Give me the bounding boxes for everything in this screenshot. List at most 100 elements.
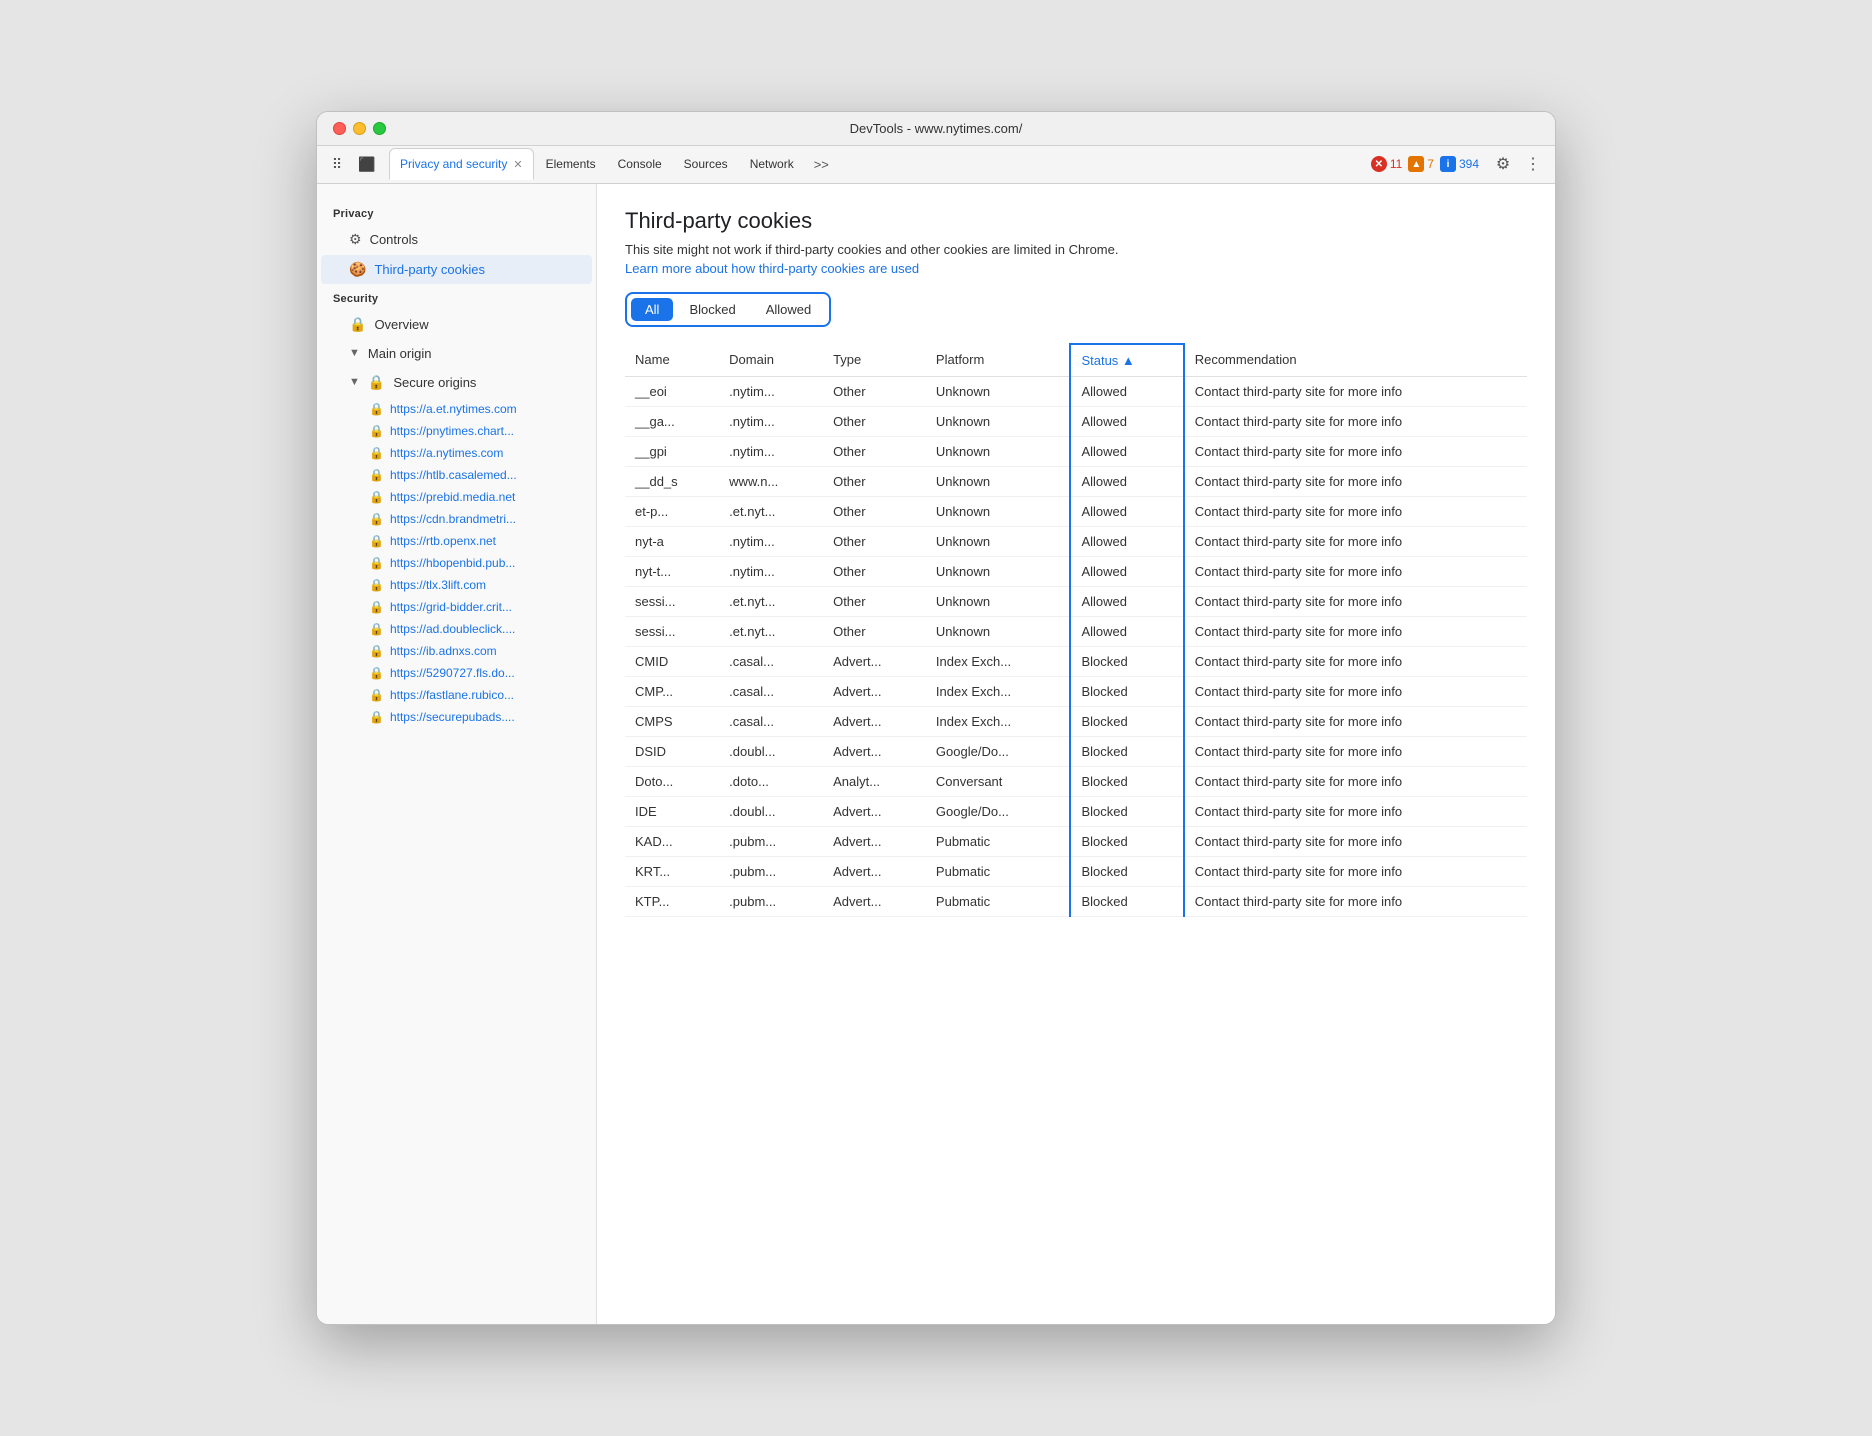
sidebar-item-secure-origins[interactable]: ▼ 🔒 Secure origins [321, 368, 592, 397]
table-row[interactable]: DSID .doubl... Advert... Google/Do... Bl… [625, 736, 1527, 766]
table-row[interactable]: et-p... .et.nyt... Other Unknown Allowed… [625, 496, 1527, 526]
cell-domain: .doubl... [719, 736, 823, 766]
sidebar-link-origin-7[interactable]: 🔒 https://rtb.openx.net [317, 530, 596, 552]
third-party-cookies-label: Third-party cookies [374, 262, 485, 277]
minimize-button[interactable] [353, 122, 366, 135]
sidebar-link-origin-12[interactable]: 🔒 https://ib.adnxs.com [317, 640, 596, 662]
tab-close-icon[interactable]: ✕ [513, 158, 522, 171]
sidebar-link-origin-8[interactable]: 🔒 https://hbopenbid.pub... [317, 552, 596, 574]
tab-privacy-security[interactable]: Privacy and security ✕ [389, 148, 534, 180]
cell-type: Other [823, 436, 926, 466]
lock-icon-origin-7: 🔒 [369, 534, 384, 548]
table-row[interactable]: __gpi .nytim... Other Unknown Allowed Co… [625, 436, 1527, 466]
sidebar-item-controls[interactable]: ⚙ Controls [321, 225, 592, 254]
sidebar-link-origin-2[interactable]: 🔒 https://pnytimes.chart... [317, 420, 596, 442]
sidebar-link-origin-9[interactable]: 🔒 https://tlx.3lift.com [317, 574, 596, 596]
tab-console[interactable]: Console [608, 148, 672, 180]
table-row[interactable]: KRT... .pubm... Advert... Pubmatic Block… [625, 856, 1527, 886]
tab-icon-group: ⠿ ⬛ [325, 152, 379, 176]
sidebar-link-origin-15[interactable]: 🔒 https://securepubads.... [317, 706, 596, 728]
cell-type: Analyt... [823, 766, 926, 796]
sidebar-link-origin-3[interactable]: 🔒 https://a.nytimes.com [317, 442, 596, 464]
table-row[interactable]: Doto... .doto... Analyt... Conversant Bl… [625, 766, 1527, 796]
table-row[interactable]: KTP... .pubm... Advert... Pubmatic Block… [625, 886, 1527, 916]
cell-platform: Unknown [926, 466, 1071, 496]
lock-icon-2: 🔒 [368, 374, 385, 391]
lock-icon-origin-6: 🔒 [369, 512, 384, 526]
col-header-type[interactable]: Type [823, 344, 926, 377]
sidebar-item-third-party-cookies[interactable]: 🍪 Third-party cookies [321, 255, 592, 284]
cell-type: Advert... [823, 706, 926, 736]
cell-domain: .et.nyt... [719, 496, 823, 526]
tab-sources[interactable]: Sources [674, 148, 738, 180]
table-row[interactable]: CMID .casal... Advert... Index Exch... B… [625, 646, 1527, 676]
col-header-platform[interactable]: Platform [926, 344, 1071, 377]
table-row[interactable]: nyt-t... .nytim... Other Unknown Allowed… [625, 556, 1527, 586]
info-count: 394 [1459, 157, 1479, 171]
learn-more-link[interactable]: Learn more about how third-party cookies… [625, 261, 919, 276]
col-header-status[interactable]: Status ▲ [1070, 344, 1183, 377]
sidebar-item-overview[interactable]: 🔒 Overview [321, 310, 592, 339]
settings-button[interactable]: ⚙ [1489, 150, 1517, 178]
table-row[interactable]: sessi... .et.nyt... Other Unknown Allowe… [625, 586, 1527, 616]
cell-status: Blocked [1070, 646, 1183, 676]
table-row[interactable]: __dd_s www.n... Other Unknown Allowed Co… [625, 466, 1527, 496]
cell-domain: .nytim... [719, 556, 823, 586]
table-row[interactable]: IDE .doubl... Advert... Google/Do... Blo… [625, 796, 1527, 826]
gear-icon: ⚙ [349, 231, 362, 248]
cell-status: Allowed [1070, 586, 1183, 616]
cell-status: Blocked [1070, 706, 1183, 736]
arrow-down-icon-2: ▼ [349, 376, 360, 388]
more-options-button[interactable]: ⋮ [1519, 150, 1547, 178]
error-badge[interactable]: ✕ 11 [1371, 156, 1402, 172]
cell-name: CMPS [625, 706, 719, 736]
col-header-recommendation[interactable]: Recommendation [1184, 344, 1527, 377]
sidebar-link-origin-4[interactable]: 🔒 https://htlb.casalemed... [317, 464, 596, 486]
table-row[interactable]: __eoi .nytim... Other Unknown Allowed Co… [625, 376, 1527, 406]
cell-name: KTP... [625, 886, 719, 916]
maximize-button[interactable] [373, 122, 386, 135]
info-badge[interactable]: i 394 [1440, 156, 1479, 172]
cell-type: Other [823, 526, 926, 556]
sidebar-link-origin-10[interactable]: 🔒 https://grid-bidder.crit... [317, 596, 596, 618]
warn-icon: ▲ [1408, 156, 1424, 172]
sidebar-link-origin-11[interactable]: 🔒 https://ad.doubleclick.... [317, 618, 596, 640]
filter-all-button[interactable]: All [631, 298, 673, 321]
sidebar-link-origin-6[interactable]: 🔒 https://cdn.brandmetri... [317, 508, 596, 530]
table-row[interactable]: CMP... .casal... Advert... Index Exch...… [625, 676, 1527, 706]
warn-badge[interactable]: ▲ 7 [1408, 156, 1434, 172]
tab-elements-label: Elements [546, 157, 596, 171]
filter-allowed-button[interactable]: Allowed [752, 298, 826, 321]
close-button[interactable] [333, 122, 346, 135]
devtools-window: DevTools - www.nytimes.com/ ⠿ ⬛ Privacy … [316, 111, 1556, 1326]
table-row[interactable]: nyt-a .nytim... Other Unknown Allowed Co… [625, 526, 1527, 556]
error-icon: ✕ [1371, 156, 1387, 172]
lock-icon-origin-15: 🔒 [369, 710, 384, 724]
sidebar-item-main-origin[interactable]: ▼ Main origin [321, 340, 592, 367]
table-row[interactable]: __ga... .nytim... Other Unknown Allowed … [625, 406, 1527, 436]
lock-icon-origin-14: 🔒 [369, 688, 384, 702]
cell-type: Other [823, 376, 926, 406]
table-row[interactable]: KAD... .pubm... Advert... Pubmatic Block… [625, 826, 1527, 856]
tab-network[interactable]: Network [740, 148, 804, 180]
inspect-icon[interactable]: ⠿ [325, 152, 349, 176]
cell-name: IDE [625, 796, 719, 826]
cell-platform: Unknown [926, 616, 1071, 646]
sidebar-link-origin-1[interactable]: 🔒 https://a.et.nytimes.com [317, 398, 596, 420]
col-header-name[interactable]: Name [625, 344, 719, 377]
cell-name: __ga... [625, 406, 719, 436]
table-row[interactable]: sessi... .et.nyt... Other Unknown Allowe… [625, 616, 1527, 646]
sidebar-link-origin-14[interactable]: 🔒 https://fastlane.rubico... [317, 684, 596, 706]
table-row[interactable]: CMPS .casal... Advert... Index Exch... B… [625, 706, 1527, 736]
sidebar-link-origin-5[interactable]: 🔒 https://prebid.media.net [317, 486, 596, 508]
cell-recommendation: Contact third-party site for more info [1184, 526, 1527, 556]
more-tabs-button[interactable]: >> [806, 153, 837, 176]
tab-elements[interactable]: Elements [536, 148, 606, 180]
col-header-domain[interactable]: Domain [719, 344, 823, 377]
cell-recommendation: Contact third-party site for more info [1184, 856, 1527, 886]
sidebar-link-origin-13[interactable]: 🔒 https://5290727.fls.do... [317, 662, 596, 684]
secure-origins-label: Secure origins [393, 375, 476, 390]
device-icon[interactable]: ⬛ [355, 152, 379, 176]
cell-domain: .nytim... [719, 436, 823, 466]
filter-blocked-button[interactable]: Blocked [675, 298, 749, 321]
